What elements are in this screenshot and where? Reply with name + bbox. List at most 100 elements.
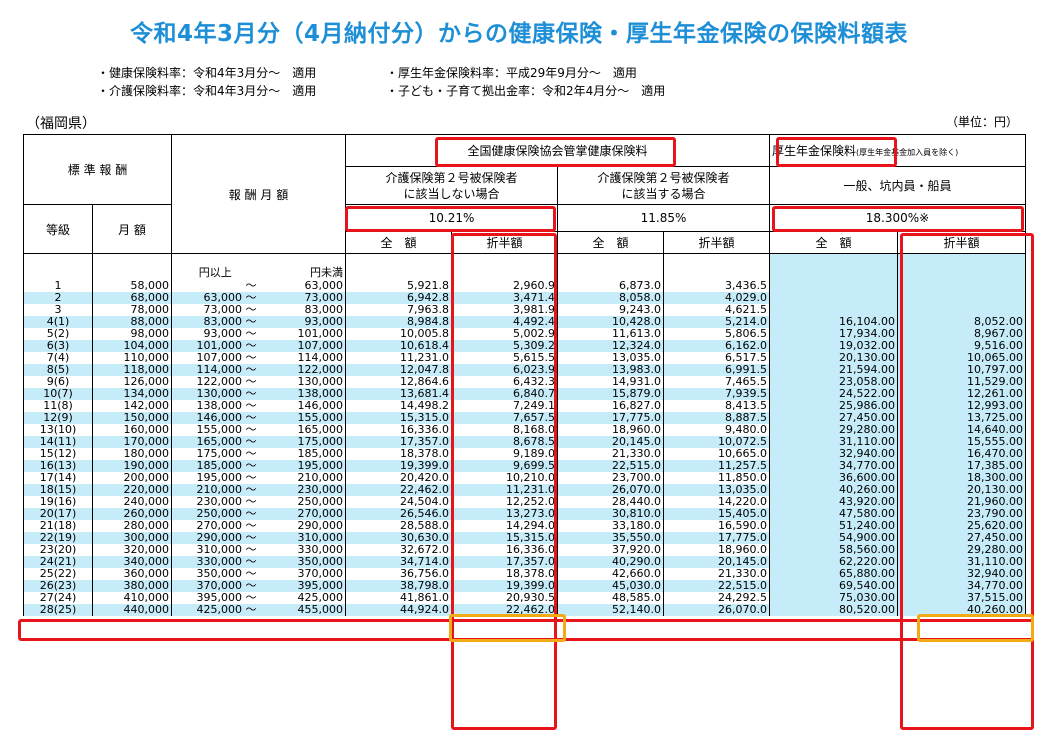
table-row: 4(1) 88,000 83,000 ～ 93,000 8,984.8 4,492.4 10… — [23, 316, 1026, 328]
cell-health-half: 4,492.4 — [451, 316, 558, 328]
cell-pension-full: 54,900.00 — [769, 532, 898, 544]
cell-grade: 12(9) — [23, 412, 93, 424]
cell-pension-half: 32,940.00 — [897, 568, 1026, 580]
rate-no-care: 10.21% — [345, 204, 558, 232]
cell-monthly: 170,000 — [92, 436, 172, 448]
cell-health-half: 6,432.3 — [451, 376, 558, 388]
cell-care-half: 10,665.0 — [663, 448, 770, 460]
table-row: 17(14) 200,000 195,000 ～ 210,000 20,420.0 10,… — [23, 472, 1026, 484]
table-row: 26(23) 380,000 370,000 ～ 395,000 38,798.0 19,… — [23, 580, 1026, 592]
cell-pension-half: 34,770.00 — [897, 580, 1026, 592]
cell-health-full: 24,504.0 — [345, 496, 452, 508]
table-row: 11(8) 142,000 138,000 ～ 146,000 14,498.2 7,24… — [23, 400, 1026, 412]
cell-pension-half: 31,110.00 — [897, 556, 1026, 568]
cell-pension-full: 23,058.00 — [769, 376, 898, 388]
table-row: 6(3) 104,000 101,000 ～ 107,000 10,618.4 5,309… — [23, 340, 1026, 352]
cell-care-full: 8,058.0 — [557, 292, 664, 304]
cell-pension-full: 69,540.00 — [769, 580, 898, 592]
table-row: 21(18) 280,000 270,000 ～ 290,000 28,588.0 14,… — [23, 520, 1026, 532]
cell-health-full: 5,921.8 — [345, 280, 452, 292]
cell-health-full: 18,378.0 — [345, 448, 452, 460]
cell-pension-full: 47,580.00 — [769, 508, 898, 520]
cell-health-full: 44,924.0 — [345, 604, 452, 616]
cell-care-half: 6,162.0 — [663, 340, 770, 352]
cell-pension-half: 21,960.00 — [897, 496, 1026, 508]
cell-from: 310,000 ～ — [171, 544, 259, 556]
cell-monthly: 142,000 — [92, 400, 172, 412]
cell-from: 130,000 ～ — [171, 388, 259, 400]
cell-to: 73,000 — [258, 292, 346, 304]
cell-health-half: 7,657.5 — [451, 412, 558, 424]
cell-care-half: 6,991.5 — [663, 364, 770, 376]
cell-from: 210,000 ～ — [171, 484, 259, 496]
cell-health-half: 3,471.4 — [451, 292, 558, 304]
cell-health-half: 3,981.9 — [451, 304, 558, 316]
cell-pension-full: 31,110.00 — [769, 436, 898, 448]
cell-health-half: 2,960.9 — [451, 280, 558, 292]
cell-monthly: 118,000 — [92, 364, 172, 376]
cell-grade: 11(8) — [23, 400, 93, 412]
table-row: 8(5) 118,000 114,000 ～ 122,000 12,047.8 6,023… — [23, 364, 1026, 376]
prefecture-label: （福岡県） — [26, 116, 96, 132]
cell-health-full: 17,357.0 — [345, 436, 452, 448]
header-half-no-care: 折半額 — [451, 231, 558, 254]
cell-to: 350,000 — [258, 556, 346, 568]
cell-pension-half: 15,555.00 — [897, 436, 1026, 448]
rate-pension: 18.300%※ — [769, 204, 1026, 232]
cell-pension-full: 24,522.00 — [769, 388, 898, 400]
table-row: 5(2) 98,000 93,000 ～ 101,000 10,005.8 5,002.9… — [23, 328, 1026, 340]
cell-care-half: 22,515.0 — [663, 580, 770, 592]
rate-notes-left: ・健康保険料率：令和4年3月分～ 適用 ・介護保険料率：令和4年3月分～ 適用 — [97, 64, 316, 100]
table-row: 13(10) 160,000 155,000 ～ 165,000 16,336.0 8,1… — [23, 424, 1026, 436]
cell-grade: 17(14) — [23, 472, 93, 484]
cell-health-half: 14,294.0 — [451, 520, 558, 532]
cell-monthly: 180,000 — [92, 448, 172, 460]
cell-care-half: 15,405.0 — [663, 508, 770, 520]
cell-pension-half: 9,516.00 — [897, 340, 1026, 352]
table-row: 16(13) 190,000 185,000 ～ 195,000 19,399.0 9,6… — [23, 460, 1026, 472]
cell-health-half: 5,615.5 — [451, 352, 558, 364]
cell-care-half: 3,436.5 — [663, 280, 770, 292]
cell-pension-full: 40,260.00 — [769, 484, 898, 496]
cell-care-half: 20,145.0 — [663, 556, 770, 568]
cell-to: 83,000 — [258, 304, 346, 316]
cell-from: 63,000 ～ — [171, 292, 259, 304]
table-row: 19(16) 240,000 230,000 ～ 250,000 24,504.0 12,… — [23, 496, 1026, 508]
cell-pension-half: 8,967.00 — [897, 328, 1026, 340]
cell-health-half: 6,023.9 — [451, 364, 558, 376]
cell-care-full: 21,330.0 — [557, 448, 664, 460]
cell-care-half: 8,413.5 — [663, 400, 770, 412]
cell-monthly: 110,000 — [92, 352, 172, 364]
cell-grade: 20(17) — [23, 508, 93, 520]
cell-care-half: 16,590.0 — [663, 520, 770, 532]
cell-care-half: 26,070.0 — [663, 604, 770, 616]
cell-monthly: 340,000 — [92, 556, 172, 568]
cell-from: 395,000 ～ — [171, 592, 259, 604]
cell-health-full: 19,399.0 — [345, 460, 452, 472]
cell-monthly: 126,000 — [92, 376, 172, 388]
cell-to: 185,000 — [258, 448, 346, 460]
cell-care-full: 42,660.0 — [557, 568, 664, 580]
cell-pension-half: 11,529.00 — [897, 376, 1026, 388]
cell-care-full: 6,873.0 — [557, 280, 664, 292]
cell-health-half: 7,249.1 — [451, 400, 558, 412]
cell-health-half: 6,840.7 — [451, 388, 558, 400]
cell-health-full: 41,861.0 — [345, 592, 452, 604]
cell-health-full: 30,630.0 — [345, 532, 452, 544]
cell-to: 93,000 — [258, 316, 346, 328]
cell-health-half: 9,699.5 — [451, 460, 558, 472]
header-half-pension: 折半額 — [897, 231, 1026, 254]
cell-care-full: 20,145.0 — [557, 436, 664, 448]
cell-grade: 25(22) — [23, 568, 93, 580]
cell-health-half: 5,309.2 — [451, 340, 558, 352]
cell-pension-half: 27,450.00 — [897, 532, 1026, 544]
cell-health-half: 19,399.0 — [451, 580, 558, 592]
cell-pension-full: 16,104.00 — [769, 316, 898, 328]
cell-health-full: 6,942.8 — [345, 292, 452, 304]
cell-to: 425,000 — [258, 592, 346, 604]
cell-care-half: 5,214.0 — [663, 316, 770, 328]
cell-pension-full: 27,450.00 — [769, 412, 898, 424]
cell-grade: 15(12) — [23, 448, 93, 460]
table-row: 1 58,000 ～ 63,000 5,921.8 2,960.9 6,873.0 3,436… — [23, 280, 1026, 292]
header-general: 一般、坑内員・船員 — [769, 166, 1026, 205]
